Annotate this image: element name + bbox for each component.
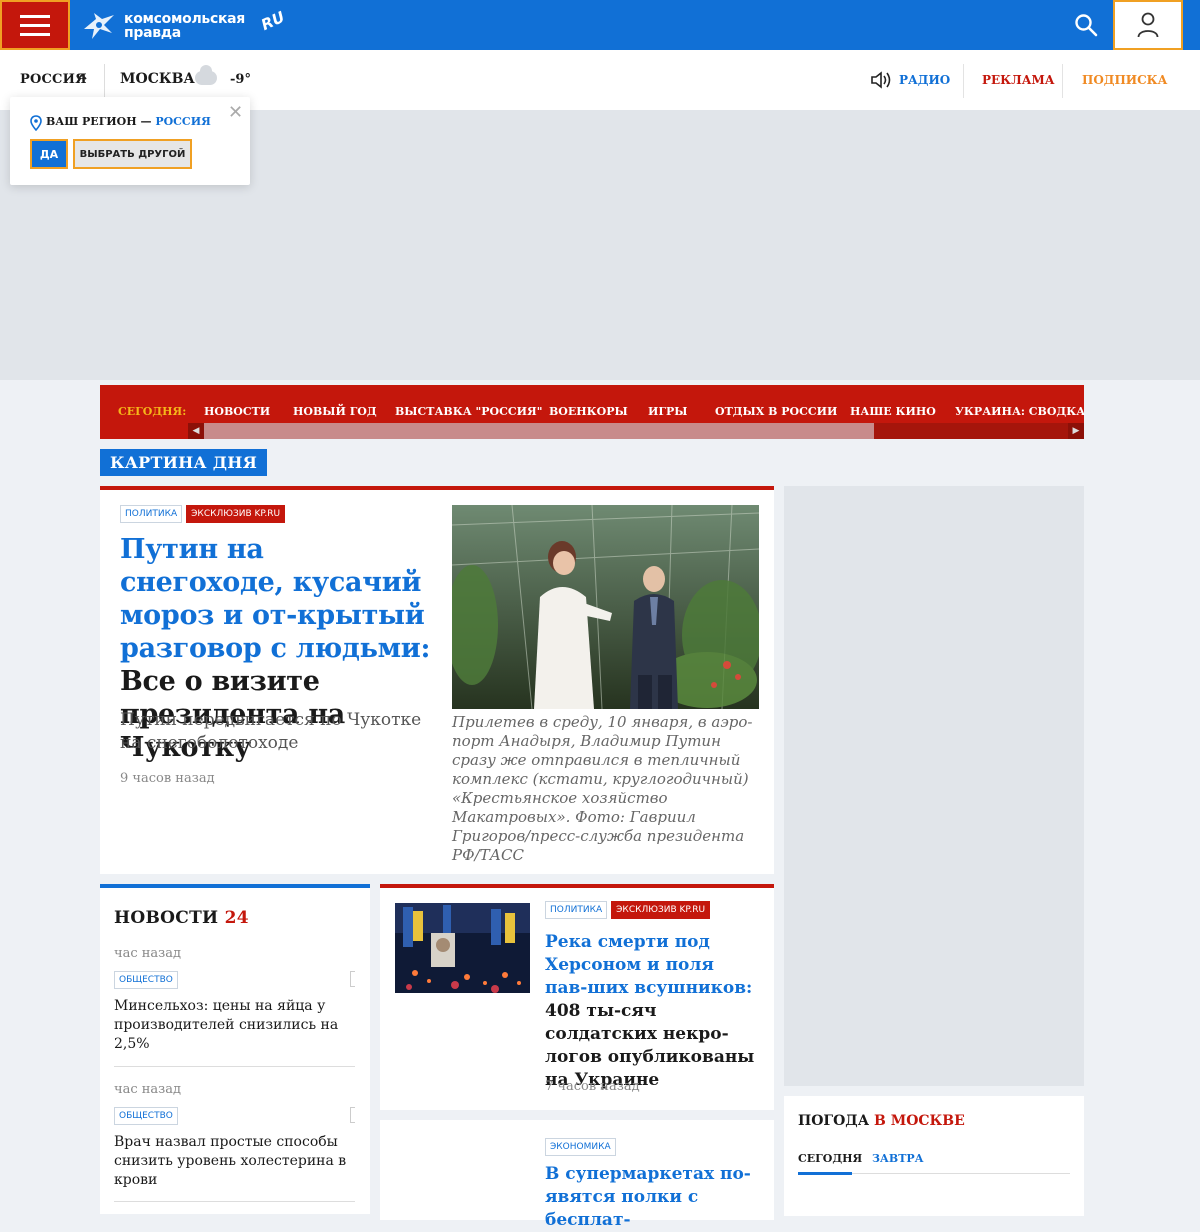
region-confirm-popup: ВАШ РЕГИОН — РОССИЯ ✕ ДА ВЫБРАТЬ ДРУГОЙ (10, 97, 250, 185)
site-logo[interactable]: Комсомольская правда RU (82, 6, 288, 46)
subscribe-link[interactable]: ПОДПИСКА (1082, 73, 1167, 87)
ads-link[interactable]: РЕКЛАМА (982, 73, 1055, 87)
city-name[interactable]: МОСКВА (120, 71, 195, 87)
main-story-time: 9 часов назад (120, 771, 215, 786)
news-list-item[interactable]: час назад ОБЩЕСТВО Минсельхоз: цены на я… (114, 946, 355, 1054)
menu-icon (20, 14, 50, 18)
category-tag[interactable]: ПОЛИТИКА (545, 901, 608, 919)
category-tag[interactable]: ЭКОНОМИКА (545, 1138, 616, 1156)
topic-news[interactable]: НОВОСТИ (204, 405, 270, 418)
menu-button[interactable] (0, 0, 70, 50)
story-photo[interactable] (395, 903, 530, 993)
topic-exhibition[interactable]: ВЫСТАВКА "РОССИЯ" (395, 405, 542, 418)
logo-line-2: правда (124, 25, 181, 41)
topic-war-correspondents[interactable]: ВОЕНКОРЫ (549, 405, 628, 418)
radio-link[interactable]: РАДИО (899, 73, 950, 87)
logo-ru: RU (258, 7, 288, 35)
category-tag[interactable]: ОБЩЕСТВО (114, 971, 178, 989)
photo-caption: Прилетев в среду, 10 января, в аэро-порт… (452, 713, 753, 864)
weather-title: ПОГОДА В МОСКВЕ (798, 1113, 965, 1129)
news-headline[interactable]: Минсельхоз: цены на яйца у производителе… (114, 997, 355, 1054)
tab-today[interactable]: СЕГОДНЯ (798, 1152, 862, 1165)
bookmark-icon[interactable] (350, 1107, 355, 1123)
chevron-up-icon[interactable] (76, 72, 88, 82)
speaker-icon[interactable] (870, 70, 896, 90)
topic-cinema[interactable]: НАШЕ КИНО (850, 405, 936, 418)
topic-ukraine[interactable]: УКРАИНА: СВОДКА (955, 405, 1085, 418)
today-topics-bar: СЕГОДНЯ: НОВОСТИ НОВЫЙ ГОД ВЫСТАВКА "РОС… (100, 385, 1085, 439)
logo-line-1: Комсомольская (124, 11, 245, 27)
topic-travel[interactable]: ОТДЫХ В РОССИИ (715, 405, 837, 418)
category-tag[interactable]: ПОЛИТИКА (120, 505, 183, 523)
sidebar-ad-area (784, 486, 1084, 1086)
main-story-photo[interactable] (452, 505, 759, 709)
section-heading: КАРТИНА ДНЯ (100, 449, 268, 476)
story-card[interactable]: ПОЛИТИКА ЭКСКЛЮЗИВ KP.RU Река смерти под… (380, 884, 774, 1110)
scroll-right-icon[interactable]: ▶ (1068, 423, 1084, 439)
divider (963, 64, 964, 98)
divider (114, 1066, 355, 1067)
news24-widget: НОВОСТИ 24 час назад ОБЩЕСТВО Минсельхоз… (100, 884, 370, 1214)
exclusive-tag[interactable]: ЭКСКЛЮЗИВ KP.RU (186, 505, 286, 523)
exclusive-tag[interactable]: ЭКСКЛЮЗИВ KP.RU (611, 901, 711, 919)
close-icon[interactable]: ✕ (228, 102, 243, 123)
story-card[interactable]: ЭКОНОМИКА В супермаркетах по-явятся полк… (380, 1120, 774, 1230)
category-tag[interactable]: ОБЩЕСТВО (114, 1107, 178, 1125)
region-name: РОССИЯ (155, 115, 211, 128)
story-title[interactable]: В супермаркетах по-явятся полки с беспла… (545, 1163, 760, 1232)
region-question: ВАШ РЕГИОН — РОССИЯ (46, 115, 211, 128)
bird-logo-icon (84, 13, 114, 39)
news-headline[interactable]: Врач назвал простые способы снизить уров… (114, 1133, 355, 1190)
search-icon (1075, 14, 1098, 37)
divider (1062, 64, 1063, 98)
active-tab-indicator (798, 1172, 852, 1175)
search-button[interactable] (1060, 0, 1112, 50)
scrollbar-thumb[interactable] (204, 423, 874, 439)
top-navbar: Комсомольская правда RU (0, 0, 1200, 50)
tab-tomorrow[interactable]: ЗАВТРА (872, 1152, 924, 1165)
divider (114, 1201, 355, 1202)
temperature: -9° (230, 72, 251, 87)
main-story-card[interactable]: ПОЛИТИКА ЭКСКЛЮЗИВ KP.RU Путин на снегох… (100, 486, 774, 874)
confirm-region-button[interactable]: ДА (30, 139, 68, 169)
main-story-lead: Путин передвигается по Чукотке на снегоб… (120, 710, 422, 753)
choose-other-region-button[interactable]: ВЫБРАТЬ ДРУГОЙ (73, 139, 192, 169)
weather-widget: ПОГОДА В МОСКВЕ СЕГОДНЯ ЗАВТРА (784, 1096, 1084, 1216)
news-list-item[interactable]: час назад ОБЩЕСТВО Врач назвал простые с… (114, 1082, 355, 1190)
bookmark-icon[interactable] (350, 971, 355, 987)
user-account-button[interactable] (1113, 0, 1183, 50)
today-label: СЕГОДНЯ: (118, 405, 187, 418)
story-time: 7 часов назад (545, 1079, 640, 1094)
location-pin-icon (30, 115, 42, 131)
story-title[interactable]: Река смерти под Херсоном и поля пав-ших … (545, 931, 760, 1092)
user-icon (1137, 12, 1159, 38)
cloud-icon (195, 65, 217, 85)
topic-games[interactable]: ИГРЫ (648, 405, 687, 418)
topic-new-year[interactable]: НОВЫЙ ГОД (293, 405, 377, 418)
scroll-left-icon[interactable]: ◀ (188, 423, 204, 439)
divider (104, 64, 105, 98)
news24-title[interactable]: НОВОСТИ 24 (114, 908, 249, 928)
